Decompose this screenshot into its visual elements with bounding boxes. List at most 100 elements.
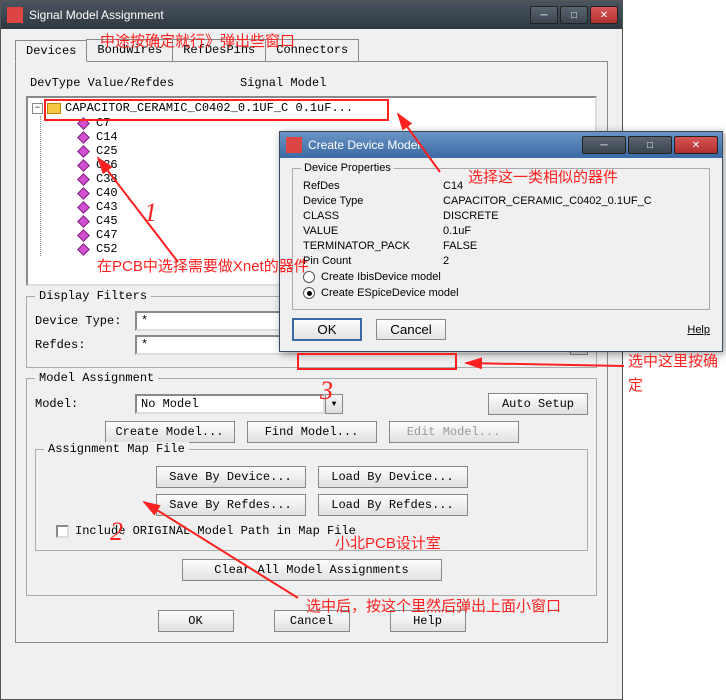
device-type-label: Device Type: — [35, 314, 135, 328]
component-icon — [77, 215, 90, 228]
prop-val: FALSE — [443, 240, 477, 252]
save-by-refdes-button[interactable]: Save By Refdes... — [156, 494, 306, 516]
tab-devices[interactable]: Devices — [15, 40, 87, 62]
radio-espice-label: Create ESpiceDevice model — [321, 287, 459, 299]
load-by-device-button[interactable]: Load By Device... — [318, 466, 468, 488]
dialog-maximize-button[interactable]: □ — [628, 136, 672, 154]
col-header-right: Signal Model — [240, 76, 326, 90]
tree-item[interactable]: C7 — [51, 116, 593, 130]
device-properties-group: Device Properties RefDesC14 Device TypeC… — [292, 168, 710, 310]
tree-item-label: C25 — [96, 144, 118, 158]
find-model-button[interactable]: Find Model... — [247, 421, 377, 443]
component-icon — [77, 187, 90, 200]
prop-key: CLASS — [303, 210, 443, 222]
maximize-button[interactable]: □ — [560, 6, 588, 24]
radio-espice[interactable] — [303, 287, 315, 299]
prop-val: 0.1uF — [443, 225, 471, 237]
tree-item-label: C7 — [96, 116, 110, 130]
prop-key: Device Type — [303, 195, 443, 207]
prop-key: VALUE — [303, 225, 443, 237]
display-filters-legend: Display Filters — [35, 289, 151, 303]
tree-item-label: C38 — [96, 172, 118, 186]
dialog-body: Device Properties RefDesC14 Device TypeC… — [280, 158, 722, 351]
component-icon — [77, 229, 90, 242]
prop-row: Pin Count2 — [303, 255, 699, 267]
dialog-help-link[interactable]: Help — [687, 324, 710, 336]
model-assignment-legend: Model Assignment — [35, 371, 158, 385]
dialog-titlebar[interactable]: Create Device Model ─ □ ✕ — [280, 132, 722, 158]
col-header-left: DevType Value/Refdes — [30, 76, 240, 90]
component-icon — [77, 145, 90, 158]
bottom-button-row: OK Cancel Help — [26, 610, 597, 632]
dialog-title: Create Device Model — [308, 138, 582, 152]
prop-val: 2 — [443, 255, 449, 267]
component-icon — [77, 117, 90, 130]
dialog-cancel-button[interactable]: Cancel — [376, 319, 446, 340]
minimize-button[interactable]: ─ — [530, 6, 558, 24]
radio-ibis-row[interactable]: Create IbisDevice model — [303, 271, 699, 283]
model-input[interactable] — [135, 394, 325, 414]
prop-row: Device TypeCAPACITOR_CERAMIC_C0402_0.1UF… — [303, 195, 699, 207]
dialog-app-icon — [286, 137, 302, 153]
prop-key: RefDes — [303, 180, 443, 192]
tab-connectors[interactable]: Connectors — [265, 39, 359, 61]
prop-row: CLASSDISCRETE — [303, 210, 699, 222]
prop-key: TERMINATOR_PACK — [303, 240, 443, 252]
tree-item-label: C36 — [96, 158, 118, 172]
tabstrip: Devices BondWires RefDesPins Connectors — [15, 39, 608, 62]
prop-row: RefDesC14 — [303, 180, 699, 192]
device-properties-legend: Device Properties — [301, 162, 394, 174]
tree-item-label: C47 — [96, 228, 118, 242]
component-icon — [77, 173, 90, 186]
assignment-map-file-group: Assignment Map File Save By Device... Lo… — [35, 449, 588, 551]
component-icon — [77, 131, 90, 144]
prop-val: C14 — [443, 180, 463, 192]
map-file-legend: Assignment Map File — [44, 442, 189, 456]
model-dropdown-icon[interactable]: ▼ — [325, 394, 343, 414]
model-label: Model: — [35, 397, 135, 411]
tab-refdespins[interactable]: RefDesPins — [172, 39, 266, 61]
prop-val: CAPACITOR_CERAMIC_C0402_0.1UF_C — [443, 195, 652, 207]
close-button[interactable]: ✕ — [590, 6, 618, 24]
tree-item-label: C45 — [96, 214, 118, 228]
tree-root-row[interactable]: − CAPACITOR_CERAMIC_C0402_0.1UF_C 0.1uF.… — [30, 100, 593, 116]
create-model-button[interactable]: Create Model... — [105, 421, 235, 443]
ok-button[interactable]: OK — [158, 610, 234, 632]
folder-icon — [47, 103, 61, 114]
column-headers: DevType Value/Refdes Signal Model — [30, 76, 597, 90]
model-assignment-group: Model Assignment Model: ▼ Auto Setup Cre… — [26, 378, 597, 596]
edit-model-button: Edit Model... — [389, 421, 519, 443]
app-icon — [7, 7, 23, 23]
main-title: Signal Model Assignment — [29, 8, 530, 22]
dialog-close-button[interactable]: ✕ — [674, 136, 718, 154]
tab-bondwires[interactable]: BondWires — [86, 39, 173, 61]
tree-item-label: C52 — [96, 242, 118, 256]
prop-key: Pin Count — [303, 255, 443, 267]
component-icon — [77, 159, 90, 172]
dialog-ok-button[interactable]: OK — [292, 318, 362, 341]
tree-item-label: C43 — [96, 200, 118, 214]
tree-root-label: CAPACITOR_CERAMIC_C0402_0.1UF_C 0.1uF... — [65, 101, 353, 115]
tree-item-label: C40 — [96, 186, 118, 200]
prop-row: TERMINATOR_PACKFALSE — [303, 240, 699, 252]
anno-text-4: 选中这里按确定 — [628, 350, 724, 398]
tree-collapse-icon[interactable]: − — [32, 103, 43, 114]
component-icon — [77, 201, 90, 214]
tree-item-label: C14 — [96, 130, 118, 144]
include-original-checkbox[interactable] — [56, 525, 69, 538]
load-by-refdes-button[interactable]: Load By Refdes... — [318, 494, 468, 516]
radio-ibis-label: Create IbisDevice model — [321, 271, 441, 283]
clear-all-button[interactable]: Clear All Model Assignments — [182, 559, 442, 581]
main-client: Devices BondWires RefDesPins Connectors … — [1, 29, 622, 699]
help-button[interactable]: Help — [390, 610, 466, 632]
auto-setup-button[interactable]: Auto Setup — [488, 393, 588, 415]
dialog-minimize-button[interactable]: ─ — [582, 136, 626, 154]
prop-val: DISCRETE — [443, 210, 499, 222]
component-icon — [77, 243, 90, 256]
radio-ibis[interactable] — [303, 271, 315, 283]
create-device-model-dialog: Create Device Model ─ □ ✕ Device Propert… — [279, 131, 723, 352]
main-titlebar[interactable]: Signal Model Assignment ─ □ ✕ — [1, 1, 622, 29]
save-by-device-button[interactable]: Save By Device... — [156, 466, 306, 488]
radio-espice-row[interactable]: Create ESpiceDevice model — [303, 287, 699, 299]
cancel-button[interactable]: Cancel — [274, 610, 350, 632]
